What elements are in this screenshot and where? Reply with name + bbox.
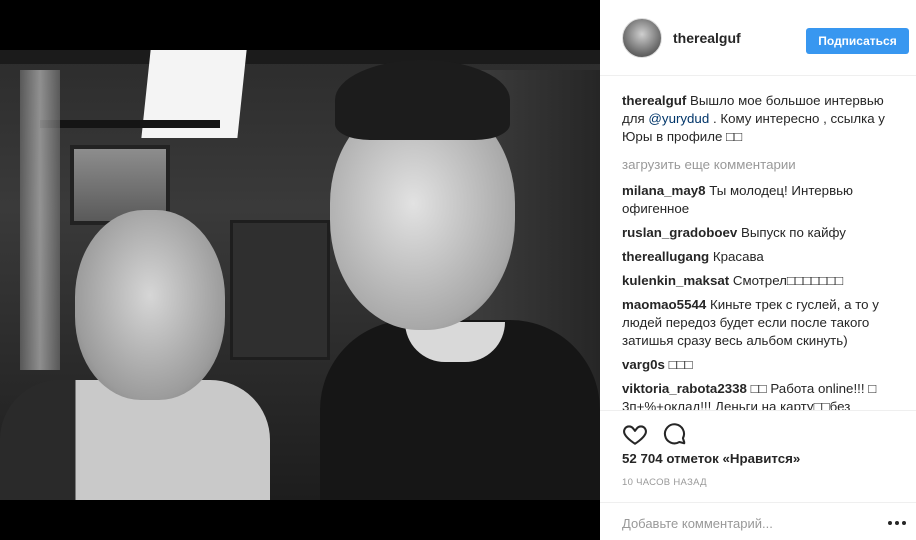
comment-username[interactable]: viktoria_rabota2338 (622, 381, 747, 396)
list-item: milana_may8 Ты молодец! Интервью офигенн… (622, 182, 910, 218)
heart-icon[interactable] (622, 421, 648, 447)
post-timestamp[interactable]: 10 часов назад (622, 477, 707, 488)
dot (902, 521, 906, 525)
comment-username[interactable]: kulenkin_maksat (622, 273, 729, 288)
comment-text: Смотрел□□□□□□□ (732, 273, 844, 288)
post-actions (600, 410, 916, 450)
dot (895, 521, 899, 525)
likes-count[interactable]: 52 704 отметок «Нравится» (622, 451, 800, 466)
add-comment-bar (600, 502, 916, 540)
list-item: varg0s □□□ (622, 356, 910, 374)
person-left-head (75, 210, 225, 400)
post-viewer: therealguf Подписаться therealguf Вышло … (0, 0, 916, 540)
list-item: viktoria_rabota2338 □□ Работа online!!! … (622, 380, 910, 410)
comment-username[interactable]: thereallugang (622, 249, 709, 264)
comment-username[interactable]: milana_may8 (622, 183, 706, 198)
speech-bubble-icon[interactable] (662, 421, 688, 447)
person-right-hair (335, 60, 510, 140)
comment-text: Красава (712, 249, 764, 264)
comments-list[interactable]: therealguf Вышло мое большое интервью дл… (622, 92, 910, 410)
person-right (300, 60, 600, 500)
avatar[interactable] (622, 18, 662, 58)
beam (40, 120, 220, 128)
comment-text: □□□ (668, 357, 693, 372)
post-header: therealguf Подписаться (600, 0, 916, 76)
person-left (0, 180, 280, 500)
caption-username[interactable]: therealguf (622, 93, 686, 108)
comment-username[interactable]: varg0s (622, 357, 665, 372)
list-item: kulenkin_maksat Смотрел□□□□□□□ (622, 272, 910, 290)
post-photo[interactable] (0, 50, 600, 500)
comment-input[interactable] (622, 513, 872, 533)
caption-mention[interactable]: @yurydud (648, 111, 709, 126)
caption: therealguf Вышло мое большое интервью дл… (622, 92, 910, 146)
comment-username[interactable]: maomao5544 (622, 297, 706, 312)
header-username[interactable]: therealguf (673, 30, 741, 46)
list-item: thereallugang Красава (622, 248, 910, 266)
comment-text: Выпуск по кайфу (740, 225, 846, 240)
load-more-comments-link[interactable]: загрузить еще комментарии (622, 156, 910, 174)
dot (888, 521, 892, 525)
list-item: ruslan_gradoboev Выпуск по кайфу (622, 224, 910, 242)
more-options-icon[interactable] (888, 514, 906, 532)
list-item: maomao5544 Киньте трек с гуслей, а то у … (622, 296, 910, 350)
follow-button[interactable]: Подписаться (806, 28, 909, 54)
comment-username[interactable]: ruslan_gradoboev (622, 225, 737, 240)
photo-backdrop (0, 0, 600, 540)
post-side-panel: therealguf Подписаться therealguf Вышло … (600, 0, 916, 540)
